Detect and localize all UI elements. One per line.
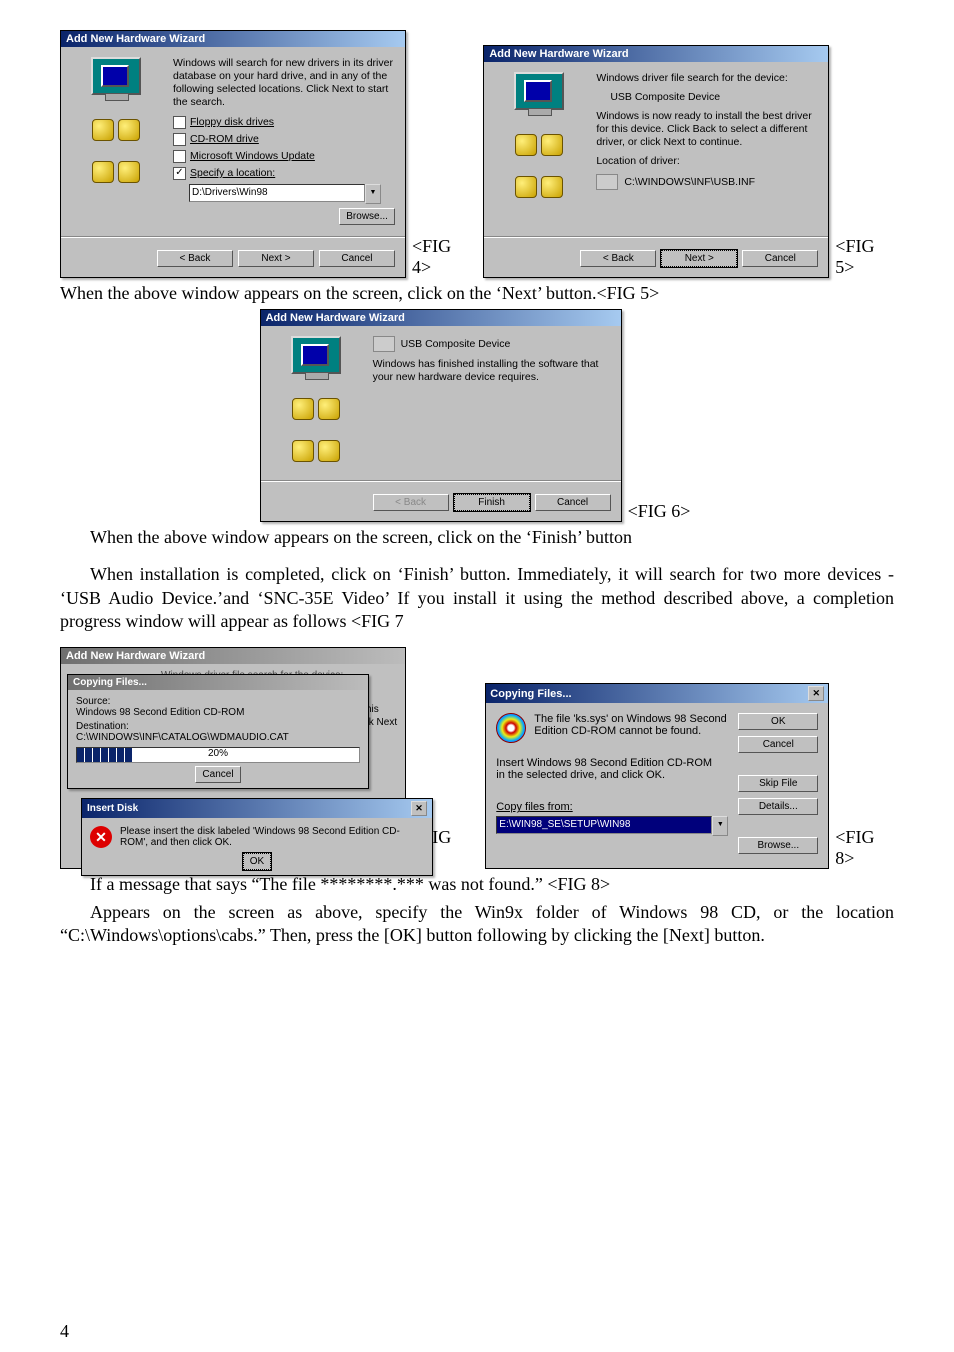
fig6-titlebar: Add New Hardware Wizard: [261, 310, 621, 326]
fig7-copying-titlebar: Copying Files...: [68, 675, 368, 690]
fig4-back-button[interactable]: < Back: [157, 250, 233, 267]
fig5-location-label: Location of driver:: [596, 155, 818, 168]
cdrom-label: CD-ROM drive: [190, 133, 259, 145]
fig7-src-label: Source:: [76, 696, 360, 707]
error-icon: ✕: [90, 826, 112, 848]
fig7-insert-disk-dialog: Insert Disk ✕ ✕ Please insert the disk l…: [81, 798, 433, 876]
fig8-ok-button[interactable]: OK: [738, 713, 818, 730]
specify-checkbox[interactable]: ✓: [173, 167, 186, 180]
fig7-progress-pct: 20%: [77, 748, 359, 759]
fig8-insert1: Insert Windows 98 Second Edition CD-ROM: [496, 757, 728, 769]
fig6-done-msg: Windows has finished installing the soft…: [373, 358, 611, 384]
msupdate-checkbox[interactable]: [173, 150, 186, 163]
fig4-next-button[interactable]: Next >: [238, 250, 314, 267]
fig7-src-value: Windows 98 Second Edition CD-ROM: [76, 707, 360, 718]
fig7-insert-msg: Please insert the disk labeled 'Windows …: [120, 826, 424, 848]
hardware-illustration: [494, 72, 584, 222]
fig7-cluster: Add New Hardware Wizard Windows driver f…: [60, 647, 406, 869]
fig7-progress-bar: 20%: [76, 747, 360, 763]
fig5-search-msg: Windows driver file search for the devic…: [596, 72, 818, 85]
fig8-titlebar: Copying Files...: [490, 688, 571, 700]
fig5-label: <FIG 5>: [835, 236, 890, 278]
fig5-titlebar: Add New Hardware Wizard: [484, 46, 828, 62]
fig8-dropdown-icon[interactable]: ▼: [712, 816, 728, 836]
fig8-notfound1: The file 'ks.sys' on Windows 98 Second: [534, 713, 727, 725]
text-after-fig8b: Appears on the screen as above, specify …: [60, 901, 894, 948]
fig6-back-button: < Back: [373, 494, 449, 511]
fig4-label: <FIG 4>: [412, 236, 467, 278]
fig4-titlebar: Add New Hardware Wizard: [61, 31, 405, 47]
fig5-next-button[interactable]: Next >: [661, 250, 737, 267]
floppy-label: Floppy disk drives: [190, 116, 274, 128]
fig7-copy-cancel-button[interactable]: Cancel: [195, 766, 240, 783]
fig6-finish-button[interactable]: Finish: [454, 494, 530, 511]
fig7-insert-ok-button[interactable]: OK: [243, 853, 271, 870]
text-install-para: When installation is completed, click on…: [60, 563, 894, 633]
text-after-fig5: When the above window appears on the scr…: [60, 282, 894, 305]
location-dropdown-icon[interactable]: ▼: [365, 184, 381, 204]
location-input[interactable]: D:\Drivers\Win98: [189, 184, 365, 202]
fig4-wizard: Add New Hardware Wizard Windows will sea…: [60, 30, 406, 278]
fig8-insert2: in the selected drive, and click OK.: [496, 769, 728, 781]
inf-file-icon: [596, 174, 618, 190]
fig8-details-button[interactable]: Details...: [738, 798, 818, 815]
text-after-fig8a: If a message that says “The file *******…: [60, 873, 894, 896]
fig4-cancel-button[interactable]: Cancel: [319, 250, 395, 267]
fig8-copyfrom-label: Copy files from:: [496, 801, 728, 813]
fig5-back-button[interactable]: < Back: [580, 250, 656, 267]
fig6-label: <FIG 6>: [628, 501, 691, 522]
fig8-skip-button[interactable]: Skip File: [738, 775, 818, 792]
fig4-intro: Windows will search for new drivers in i…: [173, 57, 395, 110]
fig7-copying-dialog: Copying Files... Source: Windows 98 Seco…: [67, 674, 369, 789]
floppy-checkbox[interactable]: [173, 116, 186, 129]
hardware-illustration: [271, 336, 361, 466]
fig5-cancel-button[interactable]: Cancel: [742, 250, 818, 267]
device-icon: [373, 336, 395, 352]
fig5-driver-path: C:\WINDOWS\INF\USB.INF: [624, 176, 755, 188]
fig6-cancel-button[interactable]: Cancel: [535, 494, 611, 511]
cd-icon: [496, 713, 526, 743]
fig5-device-name: USB Composite Device: [610, 91, 818, 104]
page-number: 4: [60, 1321, 69, 1342]
fig6-device-name: USB Composite Device: [401, 338, 511, 350]
fig7-dst-value: C:\WINDOWS\INF\CATALOG\WDMAUDIO.CAT: [76, 732, 360, 743]
close-icon[interactable]: ✕: [808, 686, 824, 701]
fig8-dialog: Copying Files... ✕ The file 'ks.sys' on …: [485, 683, 829, 869]
fig5-ready-msg: Windows is now ready to install the best…: [596, 110, 818, 149]
fig8-cancel-button[interactable]: Cancel: [738, 736, 818, 753]
hardware-illustration: [71, 57, 161, 222]
fig5-wizard: Add New Hardware Wizard Windows driver f…: [483, 45, 829, 278]
fig6-wizard: Add New Hardware Wizard USB Composite De…: [260, 309, 622, 522]
fig7-insert-titlebar: Insert Disk: [87, 803, 138, 814]
msupdate-label: Microsoft Windows Update: [190, 150, 315, 162]
browse-button[interactable]: Browse...: [339, 208, 395, 225]
fig7-wizard-titlebar: Add New Hardware Wizard: [61, 648, 405, 664]
fig7-dst-label: Destination:: [76, 721, 360, 732]
specify-label: Specify a location:: [190, 167, 275, 179]
fig8-path-input[interactable]: E:\WIN98_SE\SETUP\WIN98: [496, 816, 712, 834]
text-after-fig6: When the above window appears on the scr…: [60, 526, 894, 549]
fig8-browse-button[interactable]: Browse...: [738, 837, 818, 854]
fig8-label: <FIG 8>: [835, 827, 890, 869]
close-icon[interactable]: ✕: [411, 801, 427, 816]
cdrom-checkbox[interactable]: [173, 133, 186, 146]
fig8-notfound2: Edition CD-ROM cannot be found.: [534, 725, 727, 737]
